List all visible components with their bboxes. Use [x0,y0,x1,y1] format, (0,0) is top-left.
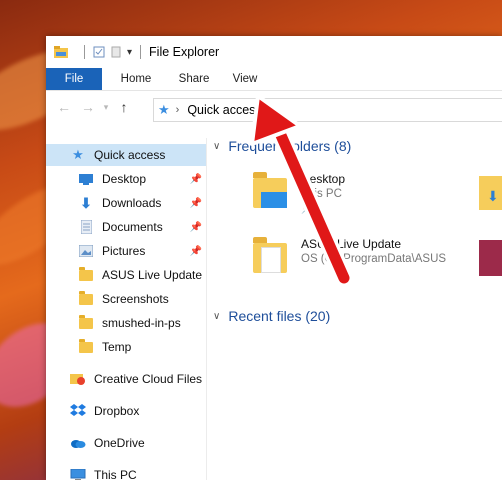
window-title: File Explorer [149,45,220,59]
sidebar-item-screenshots[interactable]: Screenshots [78,288,169,310]
forward-arrow-icon[interactable]: → [76,99,100,115]
sidebar-item-quick-access[interactable]: ★ Quick access [46,144,206,166]
tile-subtitle: This PC [301,188,342,200]
folder-icon [78,314,94,330]
navigation-pane: ★ Quick access Desktop 📌 ⬇ Downloads 📌 D… [46,138,206,480]
pictures-icon [78,244,94,258]
sidebar-item-temp[interactable]: Temp [78,336,131,358]
pin-icon[interactable]: 📌 [190,246,202,257]
tab-file[interactable]: File [46,68,102,90]
star-icon: ★ [158,102,170,117]
pin-icon: 📌 [301,204,313,214]
tile-title: ASUS Live Update [301,237,402,251]
section-header: Frequent folders (8) [228,138,352,154]
document-overlay-icon [261,247,281,273]
star-icon: ★ [72,147,84,162]
chevron-down-icon[interactable]: ∨ [213,311,220,322]
sidebar-item-onedrive[interactable]: OneDrive [70,432,145,454]
ribbon-tabs: File Home Share View [46,68,502,91]
sidebar-item-label: OneDrive [94,436,145,450]
sidebar-item-label: This PC [94,468,137,480]
title-separator [140,45,142,59]
customize-quick-access-icon[interactable]: ▾ [127,47,132,58]
sidebar-item-label: Dropbox [94,404,140,418]
content-pane: ∨ Frequent folders (8) Desktop This PC 📌… [207,138,502,480]
tab-share[interactable]: Share [166,68,222,90]
folder-icon [78,338,94,354]
pin-icon[interactable]: 📌 [190,222,202,233]
sidebar-item-label: Temp [102,340,132,354]
tile-partial-folder-image[interactable] [479,240,502,276]
sidebar-item-this-pc[interactable]: This PC [70,464,137,480]
pin-icon[interactable]: 📌 [190,174,202,185]
address-path[interactable]: Quick access [187,103,261,117]
sidebar-item-label: Creative Cloud Files [94,372,203,386]
folder-app-icon [54,46,68,58]
dropbox-icon [70,404,86,418]
folder-icon [78,290,94,306]
tab-view[interactable]: View [222,68,268,90]
back-arrow-icon[interactable]: ← [52,99,76,115]
breadcrumb-chevron-icon: › [175,104,180,116]
properties-icon[interactable] [93,46,105,58]
creative-cloud-icon [70,372,86,386]
download-arrow-icon: ⬇ [487,188,499,204]
chevron-down-icon[interactable]: ∨ [213,141,220,152]
section-recent-files[interactable]: ∨ Recent files (20) [213,308,330,324]
onedrive-icon [70,436,86,450]
file-explorer-window: ▾ File Explorer File Home Share View ← →… [46,36,502,480]
title-bar: ▾ File Explorer [46,36,502,68]
sidebar-item-creative-cloud-files[interactable]: Creative Cloud Files [70,368,202,390]
download-arrow-icon: ⬇ [80,194,92,211]
desktop-icon [78,172,94,186]
tab-home[interactable]: Home [106,68,166,90]
title-separator [84,45,85,59]
folder-icon [78,266,94,282]
tile-title: Desktop [301,172,346,186]
up-arrow-icon[interactable]: ↑ [112,99,136,115]
sidebar-item-dropbox[interactable]: Dropbox [70,400,139,422]
sidebar-item-label: Downloads [102,196,162,210]
documents-icon [78,220,94,234]
tile-partial-folder-download[interactable]: ⬇ [479,176,502,210]
sidebar-item-label: Pictures [102,244,146,258]
tile-subtitle: OS (C:) ProgramData\ASUS [301,253,447,265]
sidebar-item-label: Desktop [102,172,147,186]
sidebar-item-asus-live-update[interactable]: ASUS Live Update [78,264,202,286]
pin-icon[interactable]: 📌 [190,198,202,209]
new-folder-icon[interactable] [111,46,121,58]
sidebar-item-label: Documents [102,220,163,234]
computer-icon [70,468,86,480]
sidebar-item-label: smushed-in-ps [102,316,181,330]
section-frequent-folders[interactable]: ∨ Frequent folders (8) [213,138,351,154]
recent-locations-icon[interactable]: ▾ [100,102,112,113]
sidebar-item-smushed-in-ps[interactable]: smushed-in-ps [78,312,181,334]
sidebar-item-label: ASUS Live Update [102,268,203,282]
tile-asus-live-update[interactable]: ASUS Live Update OS (C:) ProgramData\ASU… [247,233,477,283]
desktop-overlay-icon [261,192,287,208]
tile-desktop[interactable]: Desktop This PC 📌 [247,168,447,218]
sidebar-item-downloads[interactable]: ⬇ Downloads 📌 [78,192,202,214]
section-header: Recent files (20) [228,308,331,324]
sidebar-item-desktop[interactable]: Desktop 📌 [78,168,202,190]
sidebar-item-label: Quick access [94,148,166,162]
sidebar-item-pictures[interactable]: Pictures 📌 [78,240,202,262]
sidebar-item-documents[interactable]: Documents 📌 [78,216,202,238]
address-bar[interactable]: ★ › Quick access [153,98,502,122]
sidebar-item-label: Screenshots [102,292,169,306]
